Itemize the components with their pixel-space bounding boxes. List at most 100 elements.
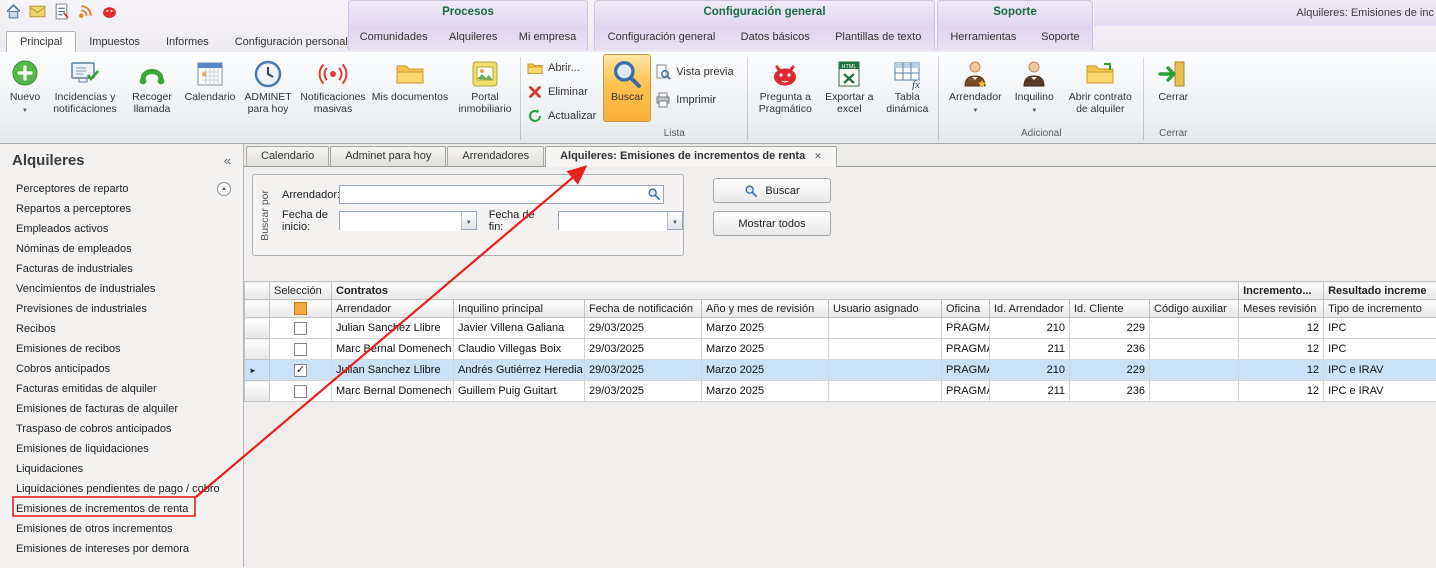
- column-header-id-cliente[interactable]: Id. Cliente: [1070, 300, 1150, 318]
- cell-arrendador[interactable]: Marc Bernal Domenech: [332, 381, 454, 402]
- tab-configuracion-personal[interactable]: Configuración personal: [222, 32, 361, 52]
- row-select-cell[interactable]: [270, 318, 332, 339]
- sidebar-item-recibos[interactable]: Recibos: [0, 319, 243, 339]
- nuevo-button[interactable]: Nuevo: [2, 54, 48, 122]
- row-checkbox[interactable]: [294, 385, 307, 398]
- cell-codigo-auxiliar[interactable]: [1150, 360, 1239, 381]
- sidebar-item-facturas-emitidas-de-alquiler[interactable]: Facturas emitidas de alquiler: [0, 379, 243, 399]
- sidebar-item-previsiones-de-industriales[interactable]: Previsiones de industriales: [0, 299, 243, 319]
- sidebar-item-empleados-activos[interactable]: Empleados activos: [0, 219, 243, 239]
- date-dropdown-button[interactable]: [461, 212, 476, 229]
- tab-informes[interactable]: Informes: [153, 32, 222, 52]
- cell-usuario-asignado[interactable]: [829, 339, 942, 360]
- sidebar-item-facturas-de-industriales[interactable]: Facturas de industriales: [0, 259, 243, 279]
- cell-meses-revision[interactable]: 12: [1239, 360, 1324, 381]
- tabla-dinamica-button[interactable]: fx Tabla dinámica: [878, 54, 936, 122]
- cell-id-arrendador[interactable]: 211: [990, 381, 1070, 402]
- column-header-id-arrendador[interactable]: Id. Arrendador: [990, 300, 1070, 318]
- cell-inquilino[interactable]: Claudio Villegas Boix: [454, 339, 585, 360]
- cell-tipo-incremento[interactable]: IPC e IRAV: [1324, 381, 1436, 402]
- cell-oficina[interactable]: PRAGMA: [942, 339, 990, 360]
- cell-fecha-notificacion[interactable]: 29/03/2025: [585, 339, 702, 360]
- close-tab-icon[interactable]: [814, 150, 822, 162]
- subtab-plantillas[interactable]: Plantillas de texto: [829, 29, 927, 45]
- cell-ano-mes-revision[interactable]: Marzo 2025: [702, 360, 829, 381]
- sidebar-item-perceptores-de-reparto[interactable]: Perceptores de reparto: [0, 179, 243, 199]
- sidebar-item-emisiones-de-intereses-por-demora[interactable]: Emisiones de intereses por demora: [0, 539, 243, 559]
- sidebar-item-vencimientos-de-industriales[interactable]: Vencimientos de industriales: [0, 279, 243, 299]
- doctab-emisiones-incrementos[interactable]: Alquileres: Emisiones de incrementos de …: [545, 146, 837, 167]
- table-row-selected[interactable]: Julian Sanchez Llibre Andrés Gutiérrez H…: [245, 360, 1436, 381]
- fecha-inicio-input[interactable]: [340, 212, 461, 231]
- tasks-icon[interactable]: [53, 3, 70, 20]
- column-header-usuario-asignado[interactable]: Usuario asignado: [829, 300, 942, 318]
- broadcast-icon[interactable]: [77, 3, 94, 20]
- mail-icon[interactable]: [29, 3, 46, 20]
- sidebar-item-liquidaciones[interactable]: Liquidaciones: [0, 459, 243, 479]
- cell-inquilino[interactable]: Javier Villena Galiana: [454, 318, 585, 339]
- column-header-fecha-notificacion[interactable]: Fecha de notificación: [585, 300, 702, 318]
- cell-meses-revision[interactable]: 12: [1239, 339, 1324, 360]
- cell-tipo-incremento[interactable]: IPC e IRAV: [1324, 360, 1436, 381]
- cell-meses-revision[interactable]: 12: [1239, 381, 1324, 402]
- cell-ano-mes-revision[interactable]: Marzo 2025: [702, 318, 829, 339]
- incremento-group-header[interactable]: Incremento...: [1239, 282, 1324, 300]
- column-header-arrendador[interactable]: Arrendador: [332, 300, 454, 318]
- cell-id-arrendador[interactable]: 211: [990, 339, 1070, 360]
- abrir-button[interactable]: Abrir...: [523, 58, 587, 78]
- sidebar-item-emisiones-de-liquidaciones[interactable]: Emisiones de liquidaciones: [0, 439, 243, 459]
- inquilino-button[interactable]: Inquilino: [1006, 54, 1062, 122]
- column-header-ano-mes-revision[interactable]: Año y mes de revisión: [702, 300, 829, 318]
- subtab-datos-basicos[interactable]: Datos básicos: [735, 29, 816, 45]
- portal-inmobiliario-button[interactable]: Portal inmobiliario: [452, 54, 518, 122]
- cell-usuario-asignado[interactable]: [829, 318, 942, 339]
- imprimir-button[interactable]: Imprimir: [651, 90, 723, 110]
- cell-id-arrendador[interactable]: 210: [990, 360, 1070, 381]
- cell-usuario-asignado[interactable]: [829, 360, 942, 381]
- cell-codigo-auxiliar[interactable]: [1150, 381, 1239, 402]
- cell-inquilino[interactable]: Guillem Puig Guitart: [454, 381, 585, 402]
- collapse-group-icon[interactable]: [217, 182, 231, 196]
- fecha-fin-combo[interactable]: [558, 211, 683, 230]
- cell-arrendador[interactable]: Marc Bernal Domenech: [332, 339, 454, 360]
- subtab-comunidades[interactable]: Comunidades: [354, 29, 434, 45]
- row-select-cell[interactable]: [270, 381, 332, 402]
- search-lookup-icon[interactable]: [647, 187, 661, 201]
- actualizar-button[interactable]: Actualizar: [523, 106, 603, 126]
- sidebar-item-emisiones-de-facturas-de-alquiler[interactable]: Emisiones de facturas de alquiler: [0, 399, 243, 419]
- fecha-inicio-combo[interactable]: [339, 211, 477, 230]
- cell-id-cliente[interactable]: 236: [1070, 339, 1150, 360]
- cell-ano-mes-revision[interactable]: Marzo 2025: [702, 381, 829, 402]
- column-header-meses-revision[interactable]: Meses revisión: [1239, 300, 1324, 318]
- sidebar-item-liquidaciones-pendientes[interactable]: Liquidaciones pendientes de pago / cobro: [0, 479, 243, 499]
- cell-oficina[interactable]: PRAGMA: [942, 318, 990, 339]
- cell-fecha-notificacion[interactable]: 29/03/2025: [585, 381, 702, 402]
- cell-id-cliente[interactable]: 229: [1070, 318, 1150, 339]
- row-select-cell[interactable]: [270, 360, 332, 381]
- fecha-fin-input[interactable]: [559, 212, 667, 231]
- exportar-excel-button[interactable]: HTML Exportar a excel: [820, 54, 878, 122]
- row-select-cell[interactable]: [270, 339, 332, 360]
- column-header-tipo-incremento[interactable]: Tipo de incremento: [1324, 300, 1436, 318]
- cell-oficina[interactable]: PRAGMA: [942, 381, 990, 402]
- sidebar-item-emisiones-de-otros-incrementos[interactable]: Emisiones de otros incrementos: [0, 519, 243, 539]
- subtab-herramientas[interactable]: Herramientas: [944, 29, 1022, 45]
- column-header-codigo-auxiliar[interactable]: Código auxiliar: [1150, 300, 1239, 318]
- incidencias-button[interactable]: Incidencias y notificaciones: [48, 54, 122, 122]
- tab-impuestos[interactable]: Impuestos: [76, 32, 153, 52]
- table-row[interactable]: Marc Bernal Domenech Guillem Puig Guitar…: [245, 381, 1436, 402]
- abrir-contrato-button[interactable]: Abrir contrato de alquiler: [1062, 54, 1138, 122]
- cell-fecha-notificacion[interactable]: 29/03/2025: [585, 318, 702, 339]
- pragmatico-icon[interactable]: [101, 3, 118, 20]
- cell-arrendador[interactable]: Julian Sanchez Llibre: [332, 360, 454, 381]
- tab-principal[interactable]: Principal: [6, 31, 76, 52]
- sidebar-item-emisiones-de-incrementos-de-renta[interactable]: Emisiones de incrementos de renta: [0, 499, 243, 519]
- pregunta-pragmatico-button[interactable]: Pregunta a Pragmático: [750, 54, 820, 122]
- sidebar-item-emisiones-de-recibos[interactable]: Emisiones de recibos: [0, 339, 243, 359]
- calendario-button[interactable]: Calendario: [182, 54, 238, 122]
- adminet-hoy-button[interactable]: ADMINET para hoy: [238, 54, 298, 122]
- resultado-group-header[interactable]: Resultado increme: [1324, 282, 1436, 300]
- cell-codigo-auxiliar[interactable]: [1150, 318, 1239, 339]
- table-row[interactable]: Marc Bernal Domenech Claudio Villegas Bo…: [245, 339, 1436, 360]
- seleccion-group-header[interactable]: Selección: [270, 282, 332, 300]
